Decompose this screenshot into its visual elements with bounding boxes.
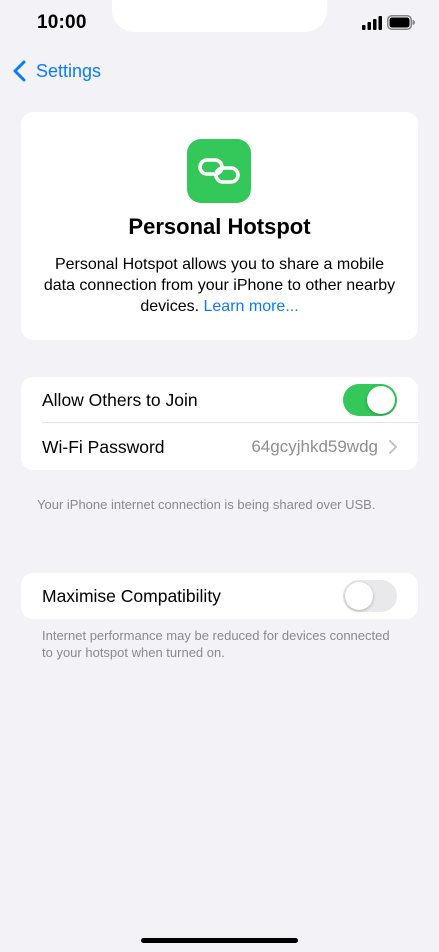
allow-others-row: Allow Others to Join bbox=[21, 377, 418, 423]
maximise-compatibility-label: Maximise Compatibility bbox=[42, 586, 221, 606]
maximise-compatibility-row: Maximise Compatibility bbox=[21, 573, 418, 619]
home-indicator[interactable] bbox=[141, 938, 298, 943]
allow-others-toggle[interactable] bbox=[343, 384, 397, 416]
page-title: Personal Hotspot bbox=[128, 214, 311, 239]
hotspot-info-card: Personal Hotspot Personal Hotspot allows… bbox=[21, 112, 418, 340]
phone-screen: 10:00 Settings Personal Hotspot Personal bbox=[0, 0, 439, 952]
chevron-left-icon bbox=[13, 60, 26, 82]
toggle-knob bbox=[345, 582, 373, 610]
maximise-compatibility-toggle[interactable] bbox=[343, 580, 397, 612]
back-button[interactable]: Settings bbox=[12, 58, 101, 84]
compatibility-group: Maximise Compatibility bbox=[21, 573, 418, 619]
wifi-password-label: Wi-Fi Password bbox=[42, 437, 165, 457]
wifi-password-row[interactable]: Wi-Fi Password 64gcyjhkd59wdg bbox=[21, 424, 418, 470]
chevron-right-icon bbox=[389, 440, 397, 454]
toggle-knob bbox=[367, 386, 395, 414]
battery-icon bbox=[387, 15, 415, 30]
status-bar: 10:00 bbox=[0, 0, 439, 48]
usb-sharing-note: Your iPhone internet connection is being… bbox=[37, 497, 376, 512]
notch bbox=[112, 0, 327, 32]
link-chain-icon bbox=[198, 158, 240, 184]
personal-hotspot-icon bbox=[187, 139, 251, 203]
wifi-password-value: 64gcyjhkd59wdg bbox=[251, 437, 378, 456]
hotspot-description: Personal Hotspot allows you to share a m… bbox=[41, 254, 398, 317]
learn-more-link[interactable]: Learn more... bbox=[204, 298, 299, 315]
status-time: 10:00 bbox=[37, 12, 87, 33]
back-label: Settings bbox=[36, 60, 102, 81]
row-divider bbox=[42, 422, 418, 423]
allow-others-label: Allow Others to Join bbox=[42, 390, 198, 410]
hotspot-settings-group: Allow Others to Join Wi-Fi Password 64gc… bbox=[21, 377, 418, 470]
compatibility-note: Internet performance may be reduced for … bbox=[42, 628, 390, 660]
cellular-signal-icon bbox=[362, 16, 382, 30]
